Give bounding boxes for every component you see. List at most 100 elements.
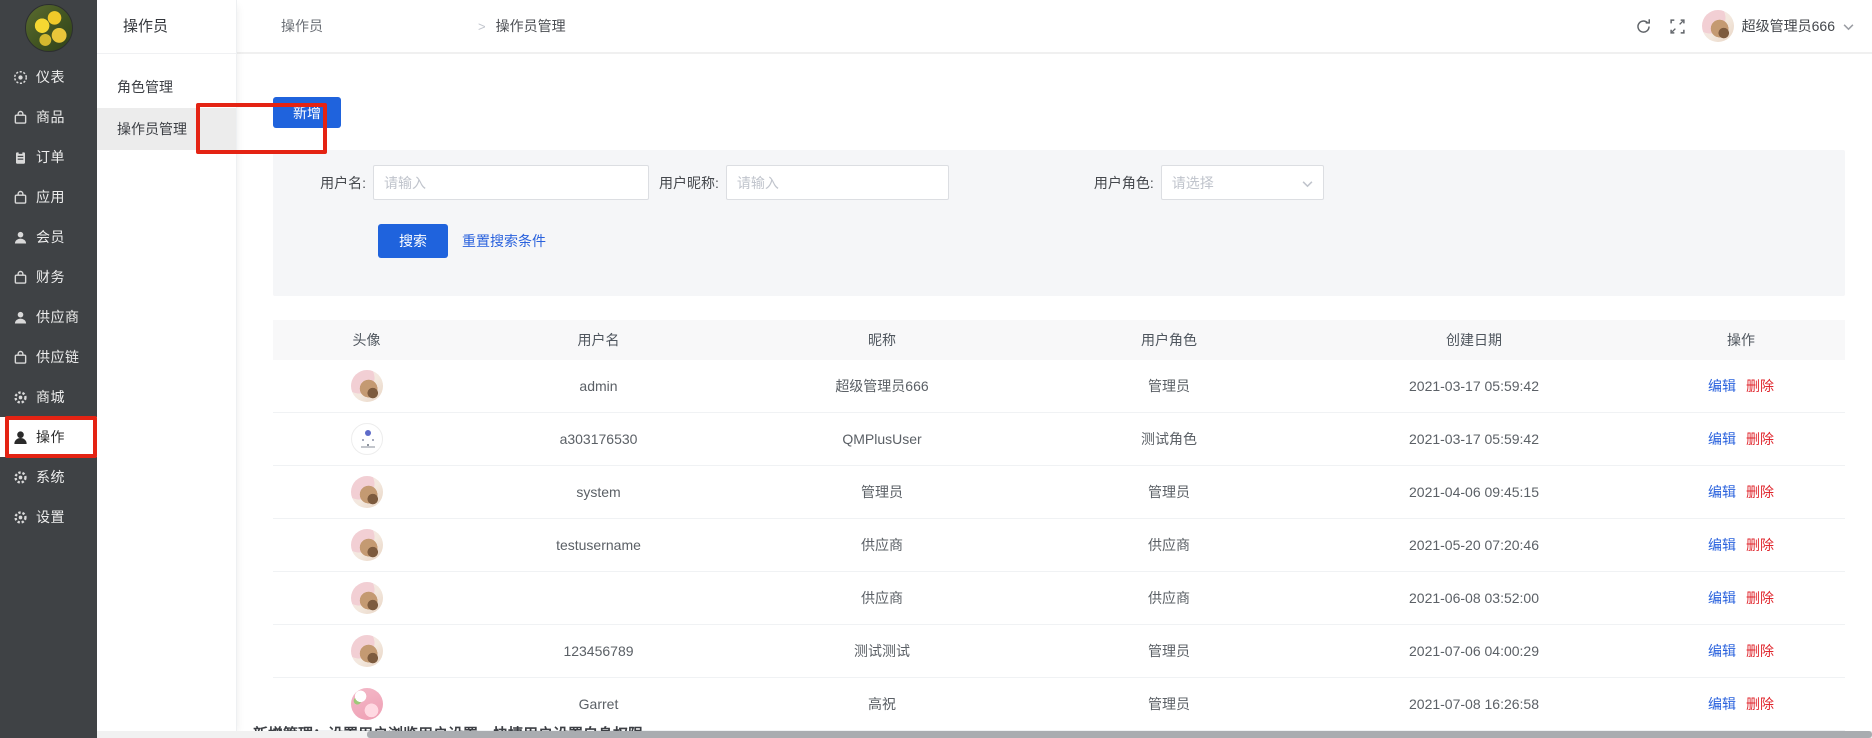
role-label: 用户角色: — [1094, 173, 1161, 193]
search-panel: 用户名: 用户昵称: 用户角色: 请选择 搜索 重置搜索条件 — [273, 150, 1845, 296]
table-row: 123456789 测试测试 管理员 2021-07-06 04:00:29 编… — [273, 625, 1845, 678]
username-label: 用户名: — [273, 173, 373, 193]
bag-icon — [13, 190, 28, 205]
cell-role: 管理员 — [1027, 641, 1311, 661]
dog-photo-avatar — [351, 529, 383, 561]
edit-link[interactable]: 编辑 — [1708, 482, 1736, 502]
delete-link[interactable]: 删除 — [1746, 588, 1774, 608]
dog-photo-avatar — [351, 370, 383, 402]
edit-link[interactable]: 编辑 — [1708, 429, 1736, 449]
search-button[interactable]: 搜索 — [378, 224, 448, 258]
sidebar-item-supplier[interactable]: 供应商 — [0, 297, 97, 337]
sidebar-item-label: 商城 — [36, 387, 65, 407]
cell-username: testusername — [460, 537, 737, 553]
user-avatar — [1702, 10, 1734, 42]
cell-role: 管理员 — [1027, 694, 1311, 714]
sidebar-item-label: 系统 — [36, 467, 65, 487]
username-input[interactable] — [373, 165, 649, 200]
cell-role: 供应商 — [1027, 535, 1311, 555]
bag-icon — [13, 350, 28, 365]
fullscreen-icon[interactable] — [1668, 16, 1688, 36]
horizontal-scrollbar — [97, 731, 1872, 738]
add-button[interactable]: 新增 — [273, 97, 341, 128]
chevron-down-icon — [1302, 175, 1313, 191]
cell-created: 2021-03-17 05:59:42 — [1311, 378, 1637, 394]
edit-link[interactable]: 编辑 — [1708, 641, 1736, 661]
user-menu[interactable]: 超级管理员666 — [1702, 10, 1854, 42]
role-select[interactable]: 请选择 — [1161, 165, 1324, 200]
gauge-gear-icon — [13, 70, 28, 85]
search-actions: 搜索 重置搜索条件 — [273, 224, 1845, 258]
content-area: 新增 用户名: 用户昵称: 用户角色: 请选择 搜索 — [237, 54, 1872, 738]
breadcrumb: 操作员 > 操作员管理 — [281, 16, 773, 36]
cell-role: 测试角色 — [1027, 429, 1311, 449]
submenu-item-role-management[interactable]: 角色管理 — [97, 66, 236, 108]
breadcrumb-item-operator-management: 操作员管理 — [496, 16, 773, 36]
dog-photo-avatar — [351, 476, 383, 508]
sidebar-item-system[interactable]: 系统 — [0, 457, 97, 497]
cell-username: Garret — [460, 696, 737, 712]
sidebar-item-supply-chain[interactable]: 供应链 — [0, 337, 97, 377]
delete-link[interactable]: 删除 — [1746, 482, 1774, 502]
cell-created: 2021-06-08 03:52:00 — [1311, 590, 1637, 606]
sidebar-item-label: 设置 — [36, 507, 65, 527]
cell-username: a303176530 — [460, 431, 737, 447]
column-header-role: 用户角色 — [1027, 330, 1311, 350]
submenu-item-operator-management[interactable]: 操作员管理 — [97, 108, 236, 150]
table-row: testusername 供应商 供应商 2021-05-20 07:20:46… — [273, 519, 1845, 572]
dog-photo-avatar — [351, 582, 383, 614]
table-row: a303176530 QMPlusUser 测试角色 2021-03-17 05… — [273, 413, 1845, 466]
edit-link[interactable]: 编辑 — [1708, 694, 1736, 714]
sidebar-item-label: 应用 — [36, 187, 65, 207]
table-header-row: 头像 用户名 昵称 用户角色 创建日期 操作 — [273, 320, 1845, 360]
app-window: 仪表 商品 订单 应用 — [0, 0, 1872, 738]
cell-created: 2021-03-17 05:59:42 — [1311, 431, 1637, 447]
sidebar-item-goods[interactable]: 商品 — [0, 97, 97, 137]
cell-role: 管理员 — [1027, 482, 1311, 502]
gear-icon — [13, 510, 28, 525]
nickname-input[interactable] — [726, 165, 949, 200]
sidebar-item-label: 操作 — [36, 427, 65, 447]
sidebar-item-label: 财务 — [36, 267, 65, 287]
delete-link[interactable]: 删除 — [1746, 641, 1774, 661]
sidebar-item-members[interactable]: 会员 — [0, 217, 97, 257]
delete-link[interactable]: 删除 — [1746, 535, 1774, 555]
gear-icon — [13, 390, 28, 405]
table-row: admin 超级管理员666 管理员 2021-03-17 05:59:42 编… — [273, 360, 1845, 413]
breadcrumb-item-operator[interactable]: 操作员 — [281, 16, 468, 36]
column-header-actions: 操作 — [1637, 330, 1845, 350]
role-select-placeholder: 请选择 — [1172, 173, 1302, 193]
sidebar-item-finance[interactable]: 财务 — [0, 257, 97, 297]
sidebar-item-operation[interactable]: 操作 — [0, 417, 97, 457]
submenu-title: 操作员 — [97, 0, 236, 54]
app-logo-avatar — [25, 4, 73, 52]
cell-created: 2021-04-06 09:45:15 — [1311, 484, 1637, 500]
horizontal-scrollbar-thumb[interactable] — [367, 731, 1872, 738]
main-sidebar: 仪表 商品 订单 应用 — [0, 0, 97, 738]
refresh-icon[interactable] — [1634, 16, 1654, 36]
sidebar-item-mall[interactable]: 商城 — [0, 377, 97, 417]
sidebar-item-orders[interactable]: 订单 — [0, 137, 97, 177]
main-area: 操作员 > 操作员管理 超级管理员666 — [237, 0, 1872, 738]
cell-username: 123456789 — [460, 643, 737, 659]
delete-link[interactable]: 删除 — [1746, 694, 1774, 714]
search-fields: 用户名: 用户昵称: 用户角色: 请选择 — [273, 150, 1845, 200]
column-header-avatar: 头像 — [273, 330, 460, 350]
gear-icon — [13, 470, 28, 485]
sidebar-item-apps[interactable]: 应用 — [0, 177, 97, 217]
cell-nickname: 高祝 — [737, 694, 1027, 714]
sidebar-item-label: 订单 — [36, 147, 65, 167]
sidebar-item-settings[interactable]: 设置 — [0, 497, 97, 537]
edit-link[interactable]: 编辑 — [1708, 376, 1736, 396]
qmplus-logo-avatar — [351, 423, 383, 455]
sidebar-item-dashboard[interactable]: 仪表 — [0, 57, 97, 97]
sidebar-nav: 仪表 商品 订单 应用 — [0, 57, 97, 537]
dog-photo-avatar — [351, 635, 383, 667]
edit-link[interactable]: 编辑 — [1708, 588, 1736, 608]
cell-username: admin — [460, 378, 737, 394]
reset-search-link[interactable]: 重置搜索条件 — [462, 231, 546, 251]
bag-icon — [13, 270, 28, 285]
delete-link[interactable]: 删除 — [1746, 429, 1774, 449]
edit-link[interactable]: 编辑 — [1708, 535, 1736, 555]
delete-link[interactable]: 删除 — [1746, 376, 1774, 396]
